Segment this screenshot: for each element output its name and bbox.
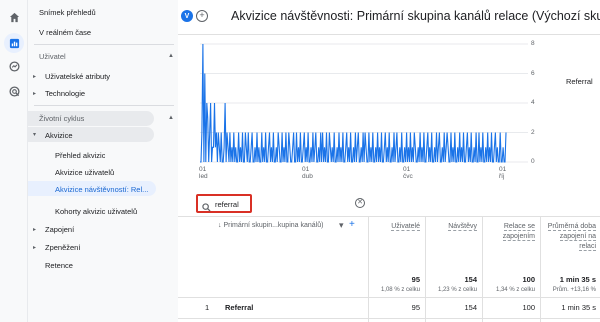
nav-acquisition-overview[interactable]: Přehled akvizic [55,151,105,160]
total-avg-engagement: 1 min 35 s [559,275,596,284]
line-chart: 864208642001led01dub01čvc01říj Referral [178,35,600,185]
nav-user-attributes[interactable]: Uživatelské atributy [45,72,110,81]
column-header-label: Uživatelé [391,223,420,231]
column-divider [368,217,369,322]
reports-nav: Snímek přehledů V reálném čase Uživatel … [28,0,178,322]
caret-right-icon[interactable]: ▸ [33,244,36,251]
column-divider [540,217,541,322]
caret-right-icon[interactable]: ▸ [33,226,36,233]
add-dimension-button[interactable]: + [349,219,355,230]
nav-technology[interactable]: Technologie [45,89,85,98]
explore-icon[interactable] [7,59,21,73]
chevron-up-icon[interactable]: ▲ [168,53,174,59]
add-comparison-button[interactable]: + [196,10,208,22]
row-engaged-sessions: 100 [522,303,535,312]
row-views: 154 [464,303,477,312]
search-divider [178,216,600,217]
nav-acquisition[interactable]: Akvizice [45,131,73,140]
row-divider [178,297,600,298]
column-header-engaged-sessions[interactable]: Relace se zapojením [486,222,535,242]
column-header-label: Průměrná doba zapojení na relaci [547,223,596,251]
total-engaged-share: 1,34 % z celku [495,287,535,293]
caret-down-icon[interactable]: ▾ [33,131,36,138]
dimension-header-label: Primární skupin...kupina kanálů) [223,222,324,229]
search-icon [202,199,211,217]
column-header-label: Návštěvy [448,223,477,231]
chevron-up-icon[interactable]: ▲ [168,115,174,121]
nav-divider [34,105,174,106]
column-header-users[interactable]: Uživatelé [372,222,420,232]
left-rail [0,0,28,322]
y-tick-label: 0 [531,158,535,165]
nav-divider [34,44,174,45]
row-divider [178,318,600,319]
y-tick-label: 4 [531,99,535,106]
home-icon[interactable] [7,10,21,24]
column-header-views[interactable]: Návštěvy [429,222,477,232]
column-header-avg-engagement[interactable]: Průměrná doba zapojení na relaci [544,222,596,252]
total-views: 154 [464,275,477,284]
y-tick-label: 8 [531,40,535,47]
caret-right-icon[interactable]: ▸ [33,90,36,97]
total-views-share: 1,23 % z celku [437,287,477,293]
row-dimension-value[interactable]: Referral [225,303,253,312]
nav-user-acquisition[interactable]: Akvizice uživatelů [55,168,114,177]
dropdown-icon[interactable]: ▾ [339,220,344,231]
total-users-share: 1,08 % z celku [380,287,420,293]
nav-realtime[interactable]: V reálném čase [39,28,91,37]
report-header: V + Akvizice návštěvnosti: Primární skup… [178,0,600,34]
y-tick-label: 2 [531,128,535,136]
row-avg-engagement: 1 min 35 s [561,303,596,312]
search-field[interactable]: referral [196,194,252,213]
clear-search-icon[interactable]: ✕ [355,198,365,208]
dimension-header[interactable]: ↓ Primární skupin...kupina kanálů) [218,222,323,229]
app: Snímek přehledů V reálném čase Uživatel … [0,0,600,322]
page-title: Akvizice návštěvnosti: Primární skupina … [231,9,600,23]
nav-traffic-acquisition[interactable]: Akvizice návštěvností: Rel... [55,185,155,194]
reports-icon[interactable] [4,33,24,53]
nav-engagement[interactable]: Zapojení [45,225,74,234]
total-users: 95 [411,275,420,284]
caret-right-icon[interactable]: ▸ [33,73,36,80]
comparison-badge[interactable]: V [181,10,193,22]
x-tick-label: 01 říj [499,166,507,180]
legend-label-referral: Referral [566,77,593,86]
line-chart-svg [200,43,528,163]
row-users: 95 [411,303,420,312]
column-header-label: Relace se zapojením [502,223,535,241]
total-engaged-sessions: 100 [522,275,535,284]
y-tick-label: 6 [531,69,535,77]
row-index: 1 [205,303,210,312]
nav-monetization[interactable]: Zpeněžení [45,243,80,252]
advertising-icon[interactable] [7,84,21,98]
x-tick-label: 01 dub [302,166,313,180]
nav-section-user[interactable]: Uživatel [39,52,66,61]
column-divider [482,217,483,322]
nav-acquisition-cohorts[interactable]: Kohorty akvizic uživatelů [55,207,137,216]
nav-section-lifecycle[interactable]: Životní cyklus [39,114,84,123]
search-input[interactable]: referral [215,200,239,209]
x-tick-label: 01 čvc [403,166,413,180]
column-divider [425,217,426,322]
x-tick-label: 01 led [199,166,208,180]
nav-retention[interactable]: Retence [45,261,73,270]
total-avg-engagement-delta: Prům. +13,16 % [552,287,596,293]
nav-snapshot[interactable]: Snímek přehledů [39,8,96,17]
